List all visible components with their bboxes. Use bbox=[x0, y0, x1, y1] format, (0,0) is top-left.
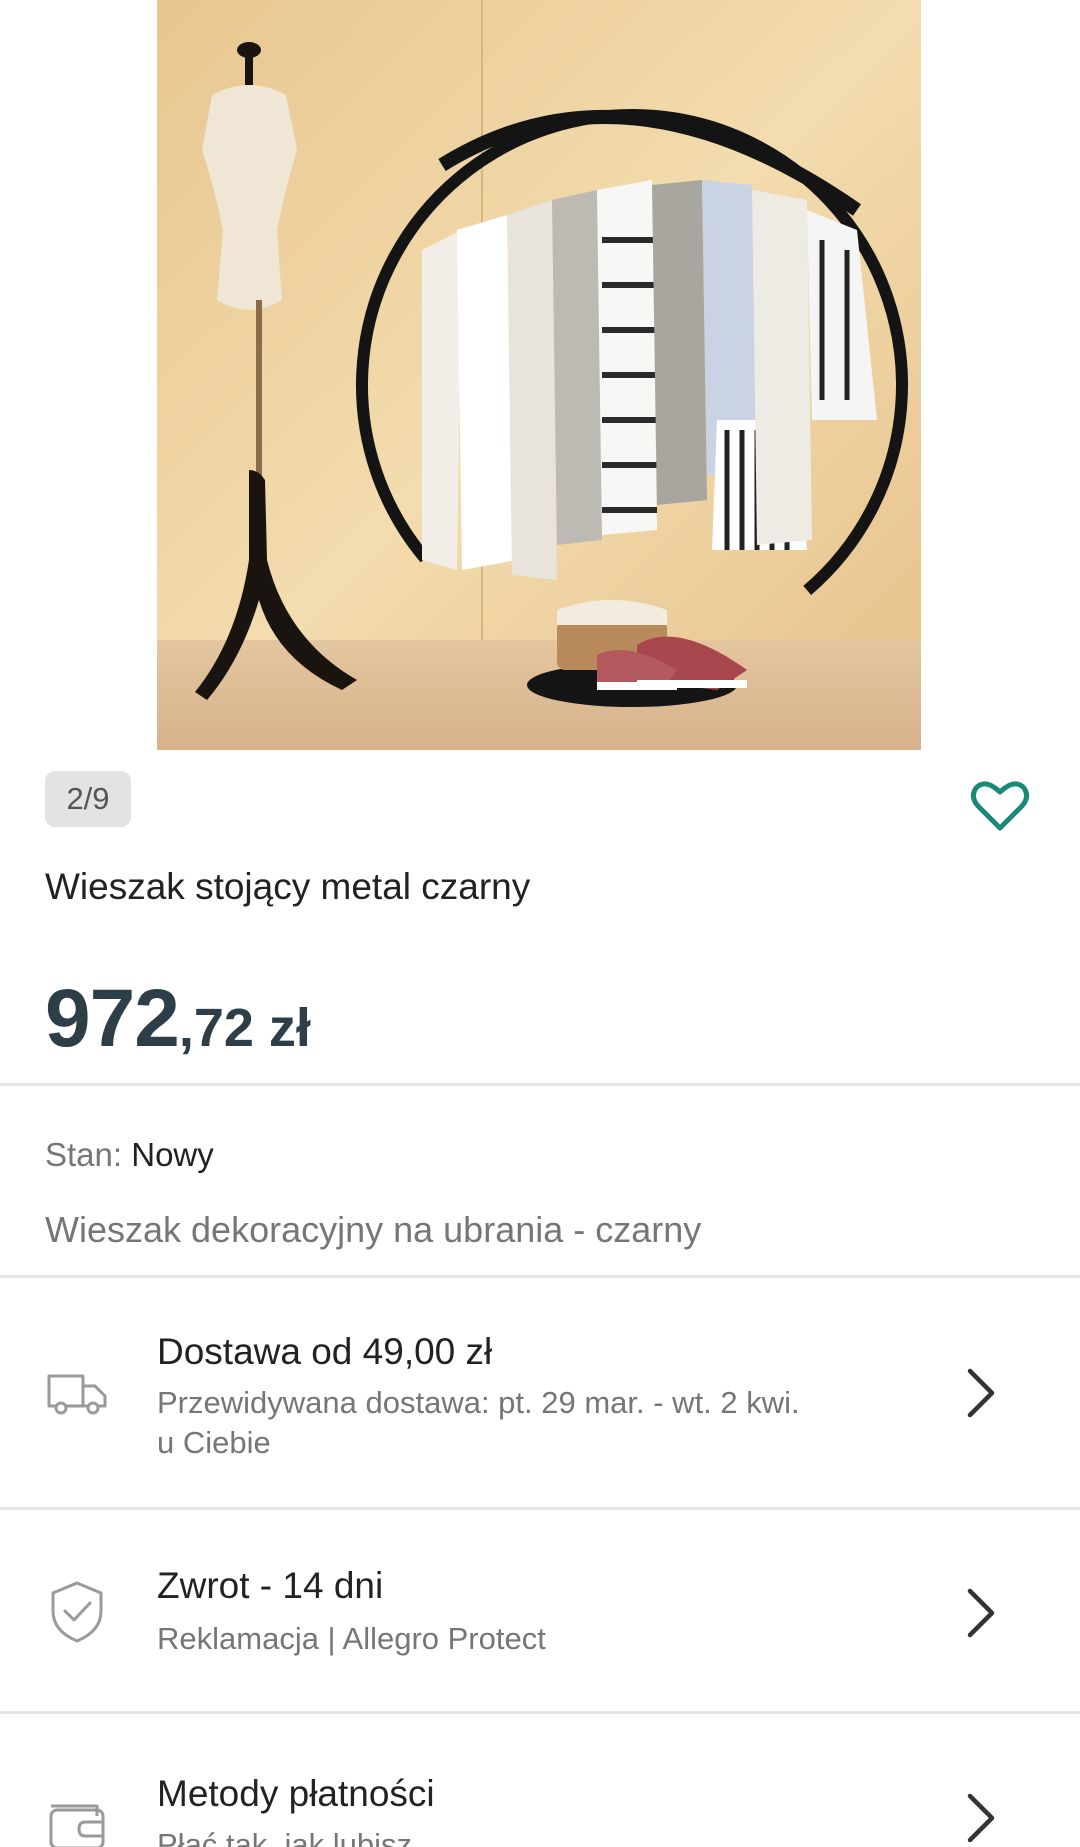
chevron-right-icon bbox=[967, 1368, 995, 1418]
delivery-truck-icon bbox=[47, 1374, 107, 1415]
wallet-icon bbox=[49, 1804, 105, 1847]
product-photo[interactable] bbox=[157, 0, 921, 750]
section-divider bbox=[0, 1083, 1080, 1086]
product-short-description: Wieszak dekoracyjny na ubrania - czarny bbox=[45, 1209, 702, 1250]
price-decimal: ,72 bbox=[178, 998, 254, 1058]
returns-subtitle: Reklamacja | Allegro Protect bbox=[157, 1621, 546, 1656]
image-counter: 2/9 bbox=[45, 771, 131, 827]
delivery-title: Dostawa od 49,00 zł bbox=[157, 1331, 493, 1372]
delivery-location: u Ciebie bbox=[157, 1425, 271, 1460]
product-gallery[interactable] bbox=[0, 0, 1080, 750]
condition-value: Nowy bbox=[131, 1136, 214, 1173]
shield-check-icon bbox=[51, 1581, 103, 1643]
price-currency: zł bbox=[253, 998, 311, 1058]
returns-row[interactable]: Zwrot - 14 dni Reklamacja | Allegro Prot… bbox=[0, 1510, 1080, 1711]
product-title: Wieszak stojący metal czarny bbox=[45, 866, 531, 907]
product-price: 972,72 zł bbox=[45, 972, 311, 1066]
returns-title: Zwrot - 14 dni bbox=[157, 1565, 384, 1606]
price-integer: 972 bbox=[45, 973, 180, 1064]
chevron-right-icon bbox=[967, 1588, 995, 1638]
payment-methods-subtitle: Płać tak, jak lubisz bbox=[157, 1827, 412, 1847]
payment-methods-title: Metody płatności bbox=[157, 1773, 435, 1814]
delivery-row[interactable]: Dostawa od 49,00 zł Przewidywana dostawa… bbox=[0, 1278, 1080, 1507]
delivery-estimate: Przewidywana dostawa: pt. 29 mar. - wt. … bbox=[157, 1385, 800, 1420]
condition-line: Stan: Nowy bbox=[45, 1136, 214, 1174]
condition-label: Stan: bbox=[45, 1136, 123, 1173]
chevron-right-icon bbox=[967, 1793, 995, 1843]
favorite-heart-icon[interactable] bbox=[970, 778, 1030, 834]
payment-methods-row[interactable]: Metody płatności Płać tak, jak lubisz bbox=[0, 1714, 1080, 1847]
